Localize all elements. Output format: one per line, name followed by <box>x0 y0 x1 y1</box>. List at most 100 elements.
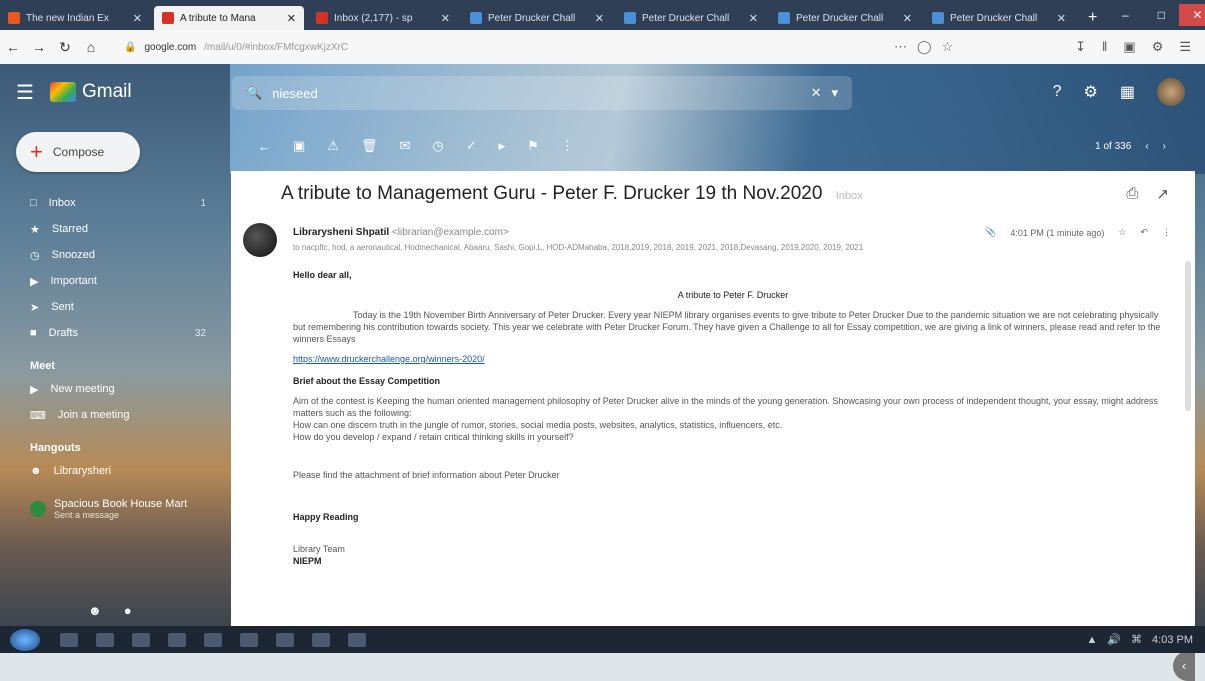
recipients-line[interactable]: to nacpftc, hod, a aeronautical, Hodmech… <box>293 243 1113 252</box>
home-icon[interactable]: ⌂ <box>78 39 104 55</box>
browser-tab[interactable]: Peter Drucker Chall ✕ <box>462 6 612 30</box>
sidebar-item-snoozed[interactable]: ◷ Snoozed <box>0 242 230 268</box>
compose-label: Compose <box>52 145 105 159</box>
sidebar-item-important[interactable]: ▶ Important <box>0 268 230 294</box>
tray-arrow-icon[interactable]: ▲ <box>1086 634 1097 646</box>
delete-icon[interactable]: 🗑 <box>361 138 378 154</box>
close-window-button[interactable]: ✕ <box>1179 4 1205 26</box>
settings-gear-icon[interactable]: ⚙ <box>1084 82 1098 102</box>
app-icon[interactable] <box>348 632 366 647</box>
hangout-contact[interactable]: Spacious Book House Mart Sent a message <box>0 496 230 522</box>
tab-close-icon[interactable]: ✕ <box>287 12 296 25</box>
scrollbar[interactable] <box>1185 261 1191 411</box>
back-icon[interactable]: ← <box>0 39 26 55</box>
tab-close-icon[interactable]: ✕ <box>1057 12 1066 25</box>
download-icon[interactable]: ↧ <box>1075 39 1086 55</box>
inbox-label-badge[interactable]: Inbox <box>836 190 863 202</box>
network-icon[interactable]: ⌘ <box>1131 633 1142 646</box>
sidebar-item-starred[interactable]: ★ Starred <box>0 216 230 242</box>
sender-avatar[interactable] <box>243 223 277 257</box>
older-icon[interactable]: › <box>1163 141 1166 152</box>
reload-icon[interactable]: ↻ <box>52 39 78 56</box>
chrome-icon[interactable] <box>276 632 294 647</box>
sidebar-icon[interactable]: ▣ <box>1123 39 1135 55</box>
snooze-icon[interactable]: ◷ <box>432 138 443 154</box>
maximize-button[interactable]: □ <box>1143 4 1179 26</box>
reply-icon[interactable]: ↶ <box>1140 227 1148 238</box>
mark-unread-icon[interactable]: ✉ <box>399 138 410 154</box>
menu-icon[interactable]: ☰ <box>1179 39 1191 55</box>
hangouts-user[interactable]: ☻ Librarysheri <box>0 458 230 484</box>
print-icon[interactable]: ⎙ <box>1126 185 1138 203</box>
new-tab-button[interactable]: + <box>1078 6 1107 30</box>
inbox-icon: □ <box>30 197 37 209</box>
newer-icon[interactable]: ‹ <box>1145 141 1148 152</box>
search-options-icon[interactable]: ▾ <box>831 85 838 101</box>
sidebar-item-label: Snoozed <box>51 249 96 261</box>
store-icon[interactable] <box>96 632 114 647</box>
apps-grid-icon[interactable]: ▦ <box>1120 82 1135 102</box>
browser-tab[interactable]: Peter Drucker Chall ✕ <box>770 6 920 30</box>
edge-icon[interactable] <box>168 632 186 647</box>
message-more-icon[interactable]: ⋮ <box>1162 227 1171 238</box>
archive-icon[interactable]: ▣ <box>293 138 305 154</box>
chat-tab-icon[interactable]: ● <box>124 603 132 618</box>
attachment-icon: 📎 <box>985 227 997 237</box>
address-bar[interactable]: 🔒 google.com /mail/u/0/#inbox/FMfcgxwKjz… <box>124 36 884 58</box>
minimize-button[interactable]: – <box>1107 4 1143 26</box>
main-menu-icon[interactable]: ☰ <box>0 80 50 105</box>
star-toggle-icon[interactable]: ☆ <box>1118 227 1126 238</box>
search-icon[interactable]: 🔍 <box>246 85 262 101</box>
browser-tab[interactable]: The new Indian Ex ✕ <box>0 6 150 30</box>
side-panel-toggle-icon[interactable]: ‹ <box>1173 651 1195 681</box>
winners-link[interactable]: https://www.druckerchallenge.org/winners… <box>293 354 485 364</box>
file-explorer-icon[interactable] <box>60 632 78 647</box>
pocket-icon[interactable]: ◯ <box>917 39 932 55</box>
meet-item[interactable]: ▶ New meeting <box>0 376 230 402</box>
help-icon[interactable]: ? <box>1053 83 1062 101</box>
volume-icon[interactable]: 🔊 <box>1107 633 1121 646</box>
more-icon[interactable]: ⋯ <box>894 39 907 55</box>
extension-icon[interactable]: ⚙ <box>1152 39 1164 55</box>
sidebar-item-sent[interactable]: ➤ Sent <box>0 294 230 320</box>
sidebar-item-inbox[interactable]: □ Inbox 1 <box>0 190 230 216</box>
tab-label: Peter Drucker Chall <box>642 12 730 24</box>
meet-item[interactable]: ⌨ Join a meeting <box>0 402 230 428</box>
firefox-icon[interactable] <box>240 632 258 647</box>
word-icon[interactable] <box>312 632 330 647</box>
person-tab-icon[interactable]: ☻ <box>88 603 102 618</box>
gmail-logo[interactable]: Gmail <box>50 81 132 103</box>
start-button[interactable] <box>10 628 40 651</box>
sender-name[interactable]: Librarysheni Shpatil <box>293 227 389 238</box>
label-icon[interactable]: ⚑ <box>527 138 539 154</box>
forward-icon[interactable]: → <box>26 39 52 55</box>
folder-icon[interactable] <box>132 632 150 647</box>
clear-search-icon[interactable]: ✕ <box>811 85 822 101</box>
report-spam-icon[interactable]: ⚠ <box>327 138 339 154</box>
browser-tab[interactable]: Peter Drucker Chall ✕ <box>616 6 766 30</box>
clock-time[interactable]: 4:03 PM <box>1152 634 1193 646</box>
open-new-window-icon[interactable]: ↗ <box>1156 185 1169 203</box>
move-to-icon[interactable]: ▸ <box>499 138 506 154</box>
tab-close-icon[interactable]: ✕ <box>903 12 912 25</box>
office-icon[interactable] <box>204 632 222 647</box>
back-to-inbox-icon[interactable]: ← <box>258 139 271 154</box>
account-avatar[interactable] <box>1157 78 1185 106</box>
tab-close-icon[interactable]: ✕ <box>133 12 142 25</box>
tab-close-icon[interactable]: ✕ <box>441 12 450 25</box>
browser-tab[interactable]: Peter Drucker Chall ✕ <box>924 6 1074 30</box>
tab-close-icon[interactable]: ✕ <box>749 12 758 25</box>
library-icon[interactable]: ‖ <box>1102 39 1107 55</box>
browser-tab[interactable]: Inbox (2,177) - sp ✕ <box>308 6 458 30</box>
bookmark-star-icon[interactable]: ☆ <box>942 39 954 55</box>
tab-close-icon[interactable]: ✕ <box>595 12 604 25</box>
browser-tab[interactable]: A tribute to Mana ✕ <box>154 6 304 30</box>
add-task-icon[interactable]: ✓ <box>466 138 477 154</box>
more-actions-icon[interactable]: ⋮ <box>561 138 574 154</box>
meet-item-label: Join a meeting <box>57 409 130 421</box>
search-input[interactable]: nieseed <box>272 86 800 101</box>
compose-button[interactable]: + Compose <box>16 132 140 172</box>
search-bar[interactable]: 🔍 nieseed ✕ ▾ <box>232 76 852 110</box>
hangouts-user-name: Librarysheri <box>53 465 112 477</box>
sidebar-item-drafts[interactable]: ■ Drafts 32 <box>0 320 230 346</box>
